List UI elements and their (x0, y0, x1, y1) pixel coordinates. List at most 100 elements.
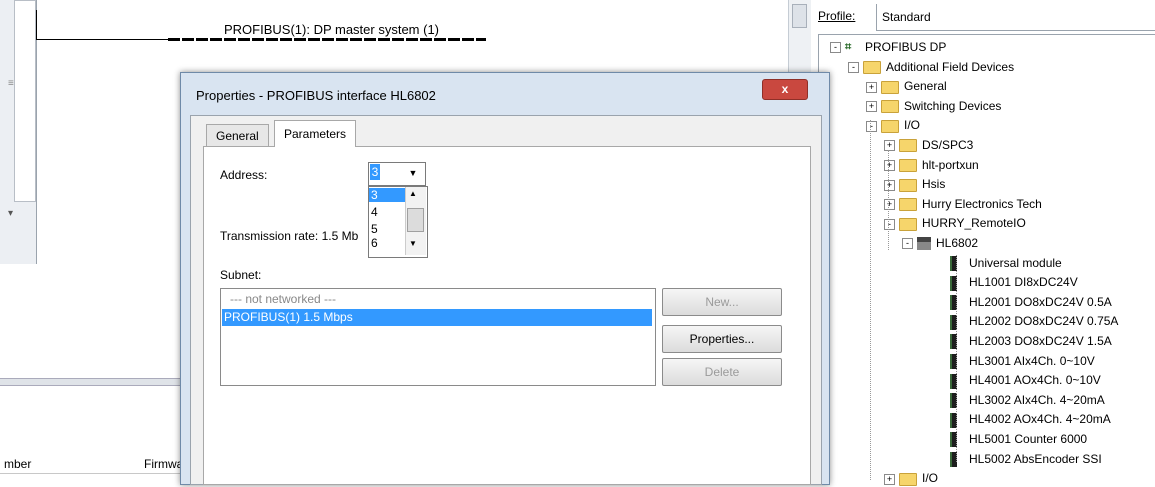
close-button[interactable]: x (762, 79, 808, 100)
scrollbar-thumb[interactable] (407, 208, 424, 232)
tree-item[interactable]: + DS/SPC3 (884, 136, 973, 154)
tree-item[interactable]: + hlt-portxun (884, 156, 979, 174)
scroll-down-icon[interactable]: ▼ (409, 239, 417, 248)
expand-icon[interactable]: + (884, 159, 895, 171)
tree-item[interactable]: HL2001 DO8xDC24V 0.5A (950, 293, 1112, 311)
tree-item[interactable]: + Switching Devices (866, 97, 1001, 115)
tree-item[interactable]: - I/O (866, 116, 920, 134)
tree-item-label: HL6802 (936, 236, 979, 250)
dp-master-system-label: PROFIBUS(1): DP master system (1) (224, 22, 440, 37)
collapse-icon[interactable]: - (848, 61, 859, 73)
tree-item[interactable]: + Hsis (884, 175, 945, 193)
tree-item[interactable]: HL3001 AIx4Ch. 0~10V (950, 352, 1095, 370)
folder-icon (899, 198, 917, 212)
tree-connector (888, 150, 889, 250)
tree-item-label: Additional Field Devices (886, 59, 1015, 74)
tree-item[interactable]: - HL6802 (902, 234, 978, 252)
tree-item-label: Hurry Electronics Tech (922, 196, 1042, 211)
tree-item-label: HL2001 DO8xDC24V 0.5A (969, 294, 1112, 309)
tree-connector (870, 120, 871, 480)
profile-label: Profile: (818, 9, 856, 23)
tree-item-label: Hsis (922, 177, 946, 192)
folder-icon (881, 100, 899, 114)
tree-item[interactable]: - ⌗ PROFIBUS DP (830, 38, 946, 56)
network-line-vertical (36, 10, 37, 40)
folder-icon (881, 119, 899, 133)
tree-item-label: HL5002 AbsEncoder SSI (969, 451, 1102, 466)
column-header-number[interactable]: mber (0, 455, 141, 474)
folder-icon (899, 139, 917, 153)
close-icon: x (781, 82, 789, 96)
address-option[interactable]: 3 (369, 188, 405, 202)
tree-item-label: HL1001 DI8xDC24V (969, 275, 1078, 290)
tree-item[interactable]: HL4001 AOx4Ch. 0~10V (950, 371, 1101, 389)
tab-parameters[interactable]: Parameters (274, 120, 357, 147)
tree-item[interactable]: + I/O (884, 469, 938, 487)
delete-button[interactable]: Delete (662, 358, 782, 386)
grip-icon: ≡ (8, 78, 14, 89)
tree-item[interactable]: + Hurry Electronics Tech (884, 195, 1042, 213)
tree-item[interactable]: HL4002 AOx4Ch. 4~20mA (950, 410, 1111, 428)
tree-item-label: Universal module (969, 255, 1062, 270)
tree-item-label: General (904, 79, 947, 94)
new-button[interactable]: New... (662, 288, 782, 316)
column-header-firmware[interactable]: Firmwa (140, 455, 185, 474)
collapse-icon[interactable]: - (866, 120, 877, 132)
properties-button[interactable]: Properties... (662, 325, 782, 353)
tree-item-label: hlt-portxun (922, 157, 979, 172)
address-option[interactable]: 5 (369, 222, 405, 236)
tree-item[interactable]: HL1001 DI8xDC24V (950, 273, 1078, 291)
scroll-up-icon[interactable]: ▲ (409, 189, 417, 198)
tree-item-label: HL2002 DO8xDC24V 0.75A (969, 314, 1119, 329)
expand-icon[interactable]: + (884, 140, 895, 152)
profibus-icon: ⌗ (845, 41, 852, 54)
tree-item-label: HL4002 AOx4Ch. 4~20mA (969, 412, 1111, 427)
device-icon (917, 237, 931, 251)
scrollbar-thumb[interactable] (792, 4, 807, 28)
dp-master-system-bus[interactable] (168, 38, 486, 41)
tree-item[interactable]: - HURRY_RemoteIO (884, 214, 1026, 232)
collapse-icon[interactable]: - (902, 238, 913, 250)
transmission-rate-label: Transmission rate: 1.5 Mb (220, 229, 359, 243)
folder-icon (899, 178, 917, 192)
address-option[interactable]: 4 (369, 205, 405, 219)
tree-item[interactable]: Universal module (950, 254, 1062, 272)
folder-icon (899, 472, 917, 486)
address-select-value: 3 (370, 164, 380, 180)
collapse-icon[interactable]: - (830, 42, 841, 54)
collapse-icon[interactable]: - (884, 218, 895, 230)
expand-icon[interactable]: + (884, 179, 895, 191)
chevron-down-icon[interactable]: ▾ (8, 208, 13, 219)
chevron-down-icon[interactable]: ▼ (404, 163, 422, 183)
tree-item-label: I/O (922, 471, 939, 486)
subnet-item-selected[interactable]: PROFIBUS(1) 1.5 Mbps (222, 309, 652, 326)
tree-item[interactable]: HL5002 AbsEncoder SSI (950, 450, 1102, 468)
tree-connector (956, 255, 957, 462)
dialog-title: Properties - PROFIBUS interface HL6802 (196, 88, 436, 103)
tree-item[interactable]: - Additional Field Devices (848, 58, 1014, 76)
expand-icon[interactable]: + (866, 101, 877, 113)
tree-item-label: HL4001 AOx4Ch. 0~10V (969, 373, 1101, 388)
tree-item-label: HL5001 Counter 6000 (969, 432, 1088, 446)
tree-item[interactable]: + General (866, 77, 947, 95)
folder-icon (899, 217, 917, 231)
tree-item-label: HL3002 AIx4Ch. 4~20mA (969, 392, 1105, 407)
left-pane-scroll-area[interactable] (14, 0, 36, 202)
tree-item[interactable]: HL2003 DO8xDC24V 1.5A (950, 332, 1112, 350)
tree-item[interactable]: HL2002 DO8xDC24V 0.75A (950, 312, 1118, 330)
tree-item[interactable]: HL5001 Counter 6000 (950, 430, 1087, 448)
pane-splitter[interactable] (0, 378, 200, 386)
tree-item-label: HL2003 DO8xDC24V 1.5A (969, 334, 1112, 348)
address-label: Address: (220, 168, 268, 182)
tree-item-label: DS/SPC3 (922, 138, 974, 152)
profile-value: Standard (882, 10, 931, 24)
tree-item[interactable]: HL3002 AIx4Ch. 4~20mA (950, 391, 1105, 409)
subnet-item[interactable]: --- not networked --- (222, 291, 652, 307)
tab-general[interactable]: General (206, 124, 269, 147)
folder-icon (863, 60, 881, 74)
expand-icon[interactable]: + (866, 81, 877, 93)
tree-item-label: HURRY_RemoteIO (922, 216, 1026, 231)
address-option[interactable]: 6 (369, 236, 405, 250)
expand-icon[interactable]: + (884, 199, 895, 211)
folder-icon (899, 158, 917, 172)
